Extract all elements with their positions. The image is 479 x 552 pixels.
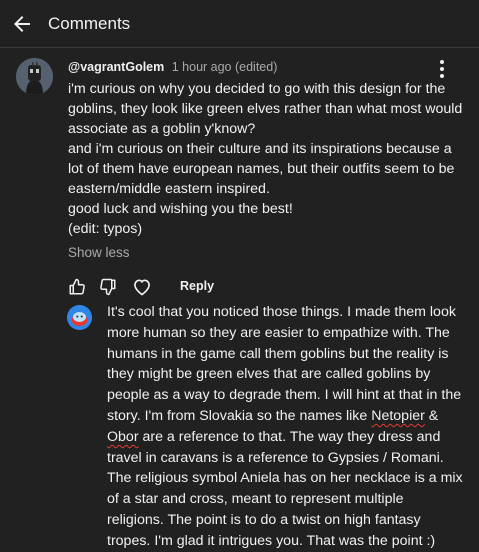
reply-line: of a star and cross, meant to represent … [107,491,404,508]
reply-line: religions. The point is to do a twist on… [107,511,421,528]
comment-header: @vagrantGolem 1 hour ago (edited) [68,60,277,74]
robot-avatar-icon [16,58,53,95]
comment-body: i'm curious on why you decided to go wit… [68,79,468,239]
avatar[interactable] [16,58,53,95]
misspelled-word: Obor [107,428,139,445]
kebab-menu-icon[interactable] [433,58,451,80]
reply-line: tropes. I'm glad it intrigues you. That … [107,532,436,549]
comment-line: i'm curious on why you decided to go wit… [68,81,446,97]
reply-text: story. I'm from Slovakia so the names li… [107,407,372,424]
reply-line: humans in the game call them goblins but… [107,345,449,362]
comment-line: (edit: typos) [68,221,143,237]
reply-text: are a reference to that. The way they dr… [138,428,441,445]
comment-timestamp: 1 hour ago (edited) [171,60,278,74]
comment-line: good luck and wishing you the best! [68,201,293,217]
thumbs-up-icon[interactable] [68,278,86,296]
back-arrow-icon[interactable] [10,12,34,36]
comment-line: associate as a goblin y'know? [68,121,256,137]
reply-button[interactable]: Reply [180,279,214,293]
reply-line: travel in caravans is a reference to Gyp… [107,449,444,466]
reply-text: & [424,407,439,424]
comment-author[interactable]: @vagrantGolem [68,60,164,74]
reply-line: It's cool that you noticed those things.… [107,304,456,320]
reply-line: they might be green elves that are calle… [107,366,431,383]
reply-line: The religious symbol Aniela has on her n… [107,470,463,487]
misspelled-word: Netopier [371,407,425,424]
page-title: Comments [48,14,131,33]
comment-line: eastern/middle eastern inspired. [68,181,270,197]
reply-line: Obor are a reference to that. The way th… [107,427,472,448]
reply-body: It's cool that you noticed those things.… [107,302,472,552]
show-less-button[interactable]: Show less [68,245,130,260]
reply-line: more human so they are easier to empathi… [107,324,450,341]
app-header: Comments [0,0,479,48]
reply-avatar[interactable] [67,305,92,330]
comment-line: and i'm curious on their culture and its… [68,141,452,157]
comment-line: lot of them have european names, but the… [68,161,455,177]
blob-avatar-icon [67,305,92,330]
comment-line: goblins, they look like green elves rath… [68,101,463,117]
reply-line: people as a way to degrade them. I will … [107,387,462,404]
reply-line: story. I'm from Slovakia so the names li… [107,406,472,427]
thumbs-down-icon[interactable] [99,278,117,296]
heart-icon[interactable] [132,277,152,297]
